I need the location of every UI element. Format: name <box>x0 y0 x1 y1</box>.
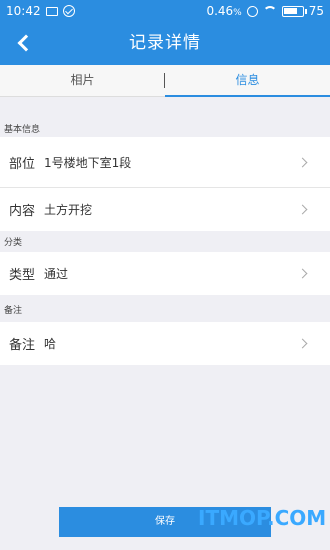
chevron-right-icon <box>297 204 308 215</box>
watermark: ITMOP.COM <box>198 506 327 530</box>
status-left: 10:42 <box>6 4 75 18</box>
list-row-content[interactable]: 内容 土方开挖 <box>0 188 330 231</box>
row-value-content: 土方开挖 <box>44 203 93 217</box>
battery-level: 75 <box>308 4 324 18</box>
network-speed: 0.46% <box>206 4 242 18</box>
battery-icon <box>281 5 307 17</box>
row-value-note: 哈 <box>44 337 57 351</box>
row-key-content: 内容 <box>9 204 36 219</box>
section-label-category: 分类 <box>4 238 23 248</box>
list-row-type[interactable]: 类型 通过 <box>0 252 330 295</box>
row-value-location: 1号楼地下室1段 <box>44 155 132 170</box>
section-label-remarks: 备注 <box>4 306 23 316</box>
row-key-location: 部位 <box>9 156 36 172</box>
chevron-right-icon <box>297 338 308 349</box>
status-time: 10:42 <box>6 4 41 18</box>
chevron-right-icon <box>297 268 308 279</box>
alarm-icon <box>246 5 258 17</box>
status-right: 0.46% 75 <box>206 4 324 18</box>
battery-fill <box>283 7 297 14</box>
check-circle-icon <box>62 5 75 17</box>
page-title: 记录详情 <box>129 33 201 53</box>
list-row-location[interactable]: 部位 1号楼地下室1段 <box>0 137 330 187</box>
tab-photos[interactable]: 相片 <box>0 65 165 96</box>
image-icon <box>45 6 58 16</box>
row-key-type: 类型 <box>9 268 36 283</box>
row-key-note: 备注 <box>9 338 36 353</box>
section-label-basic-info: 基本信息 <box>4 125 41 135</box>
nav-bar: 记录详情 <box>0 22 330 65</box>
wifi-icon <box>262 6 277 16</box>
row-value-type: 通过 <box>44 267 69 281</box>
chevron-right-icon <box>297 157 308 167</box>
tab-bar: 相片 信息 <box>0 65 330 97</box>
status-bar: 10:42 0.46% 75 <box>0 0 330 22</box>
tab-info[interactable]: 信息 <box>165 65 330 97</box>
list-row-note[interactable]: 备注 哈 <box>0 322 330 365</box>
tab-divider <box>164 73 165 88</box>
speed-unit: % <box>233 8 242 18</box>
